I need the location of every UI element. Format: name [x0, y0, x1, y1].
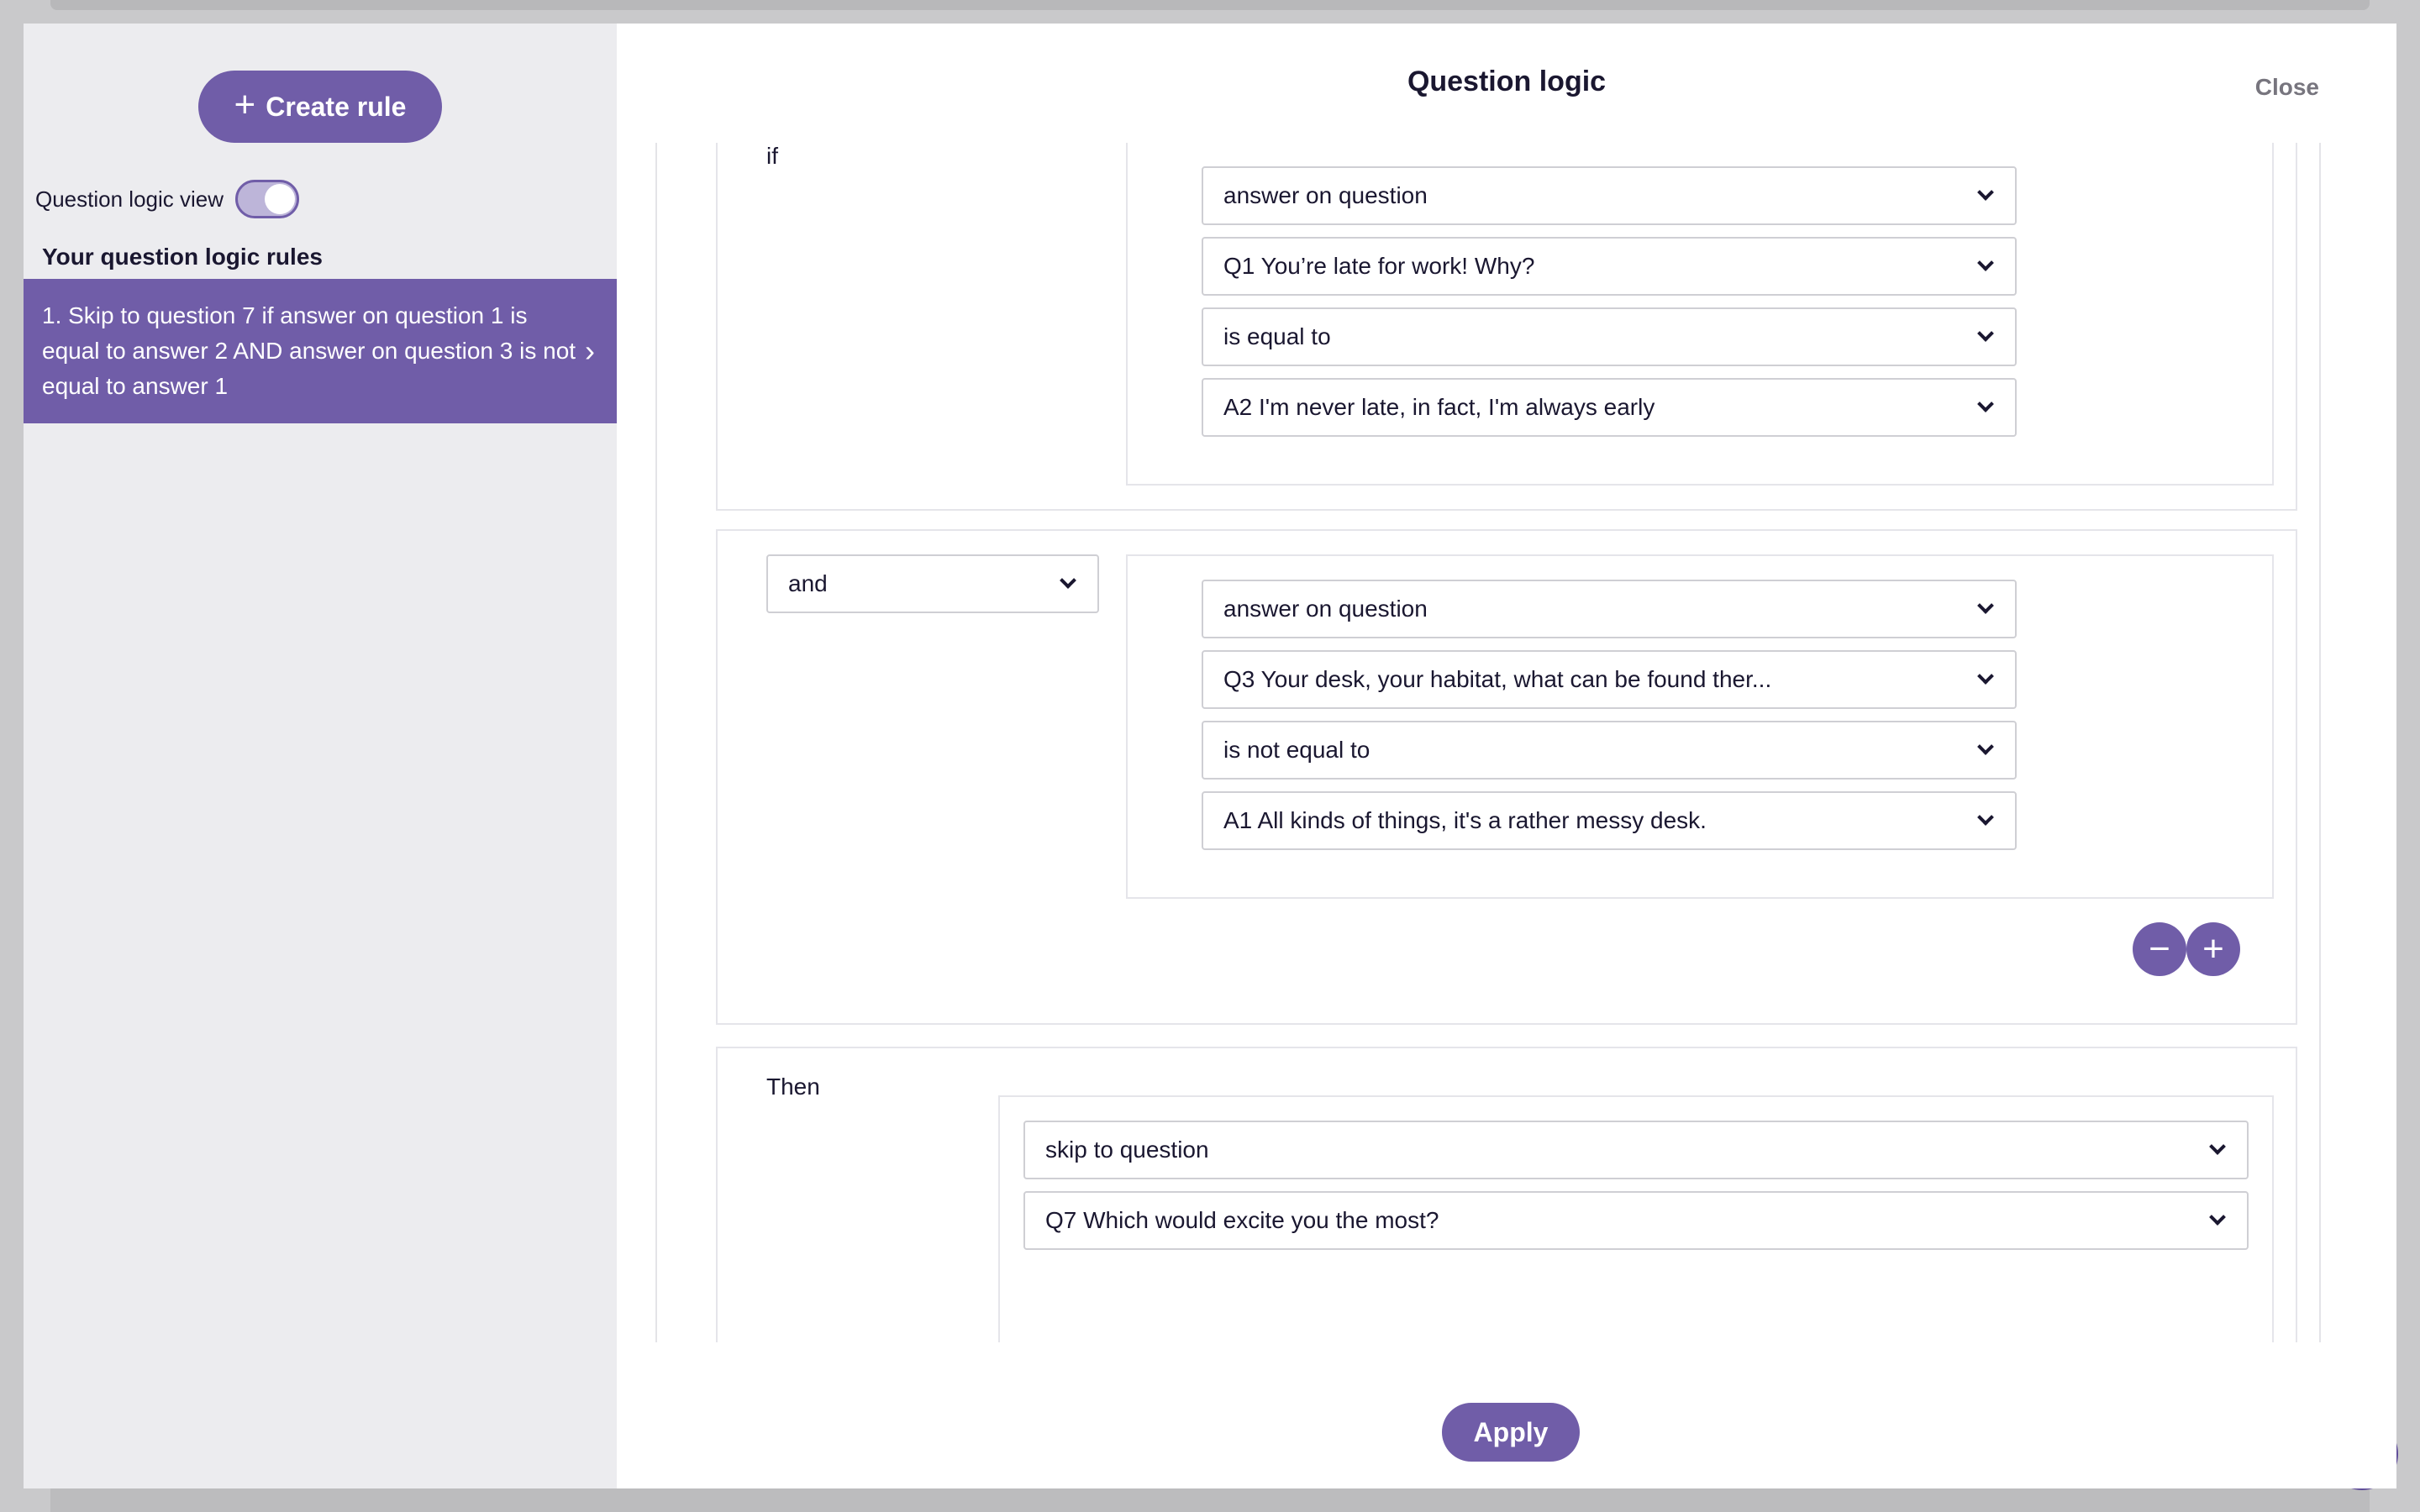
- if-operator-select[interactable]: is equal to: [1202, 307, 2017, 366]
- connector-select[interactable]: and: [766, 554, 1099, 613]
- if-answer-value: A2 I'm never late, in fact, I'm always e…: [1223, 394, 1655, 420]
- then-action-block: Then skip to question Q7 Which would exc…: [716, 1047, 2297, 1342]
- and-operator-select[interactable]: is not equal to: [1202, 721, 2017, 780]
- rule-list-item[interactable]: 1. Skip to question 7 if answer on quest…: [24, 279, 617, 423]
- plus-icon: +: [234, 84, 256, 125]
- chevron-down-icon: [1977, 255, 1994, 271]
- and-question-select[interactable]: Q3 Your desk, your habitat, what can be …: [1202, 650, 2017, 709]
- then-action-select[interactable]: skip to question: [1023, 1121, 2249, 1179]
- if-question-value: Q1 You’re late for work! Why?: [1223, 253, 1535, 279]
- plus-icon: +: [2202, 928, 2224, 969]
- chevron-down-icon: [1060, 572, 1076, 589]
- chevron-down-icon: [1977, 184, 1994, 201]
- chevron-down-icon: [2209, 1209, 2226, 1226]
- and-operator-value: is not equal to: [1223, 737, 1370, 763]
- then-target-select[interactable]: Q7 Which would excite you the most?: [1023, 1191, 2249, 1250]
- and-question-value: Q3 Your desk, your habitat, what can be …: [1223, 666, 1772, 692]
- add-condition-button[interactable]: +: [2186, 922, 2240, 976]
- if-subject-select[interactable]: answer on question: [1202, 166, 2017, 225]
- minus-icon: −: [2149, 928, 2170, 969]
- rule-text: 1. Skip to question 7 if answer on quest…: [42, 302, 576, 399]
- create-rule-button[interactable]: + Create rule: [198, 71, 442, 143]
- background-page-header: [50, 0, 2370, 10]
- then-keyword: Then: [766, 1074, 820, 1100]
- create-rule-label: Create rule: [266, 91, 407, 122]
- chevron-down-icon: [2209, 1138, 2226, 1155]
- chevron-down-icon: [1977, 668, 1994, 685]
- if-keyword: if: [766, 143, 778, 169]
- chevron-down-icon: [1977, 325, 1994, 342]
- chevron-down-icon: [1977, 597, 1994, 614]
- chevron-down-icon: [1977, 738, 1994, 755]
- chevron-down-icon: [1977, 396, 1994, 412]
- close-button[interactable]: Close: [2255, 74, 2319, 101]
- remove-condition-button[interactable]: −: [2133, 922, 2186, 976]
- if-condition-group: answer on question Q1 You’re late for wo…: [1126, 143, 2274, 486]
- chevron-down-icon: [1977, 809, 1994, 826]
- modal-title: Question logic: [1407, 66, 1607, 97]
- if-subject-value: answer on question: [1223, 182, 1428, 208]
- and-answer-value: A1 All kinds of things, it's a rather me…: [1223, 807, 1707, 833]
- rules-heading: Your question logic rules: [42, 244, 323, 270]
- question-logic-view-row: Question logic view: [35, 180, 299, 218]
- question-logic-view-label: Question logic view: [35, 186, 224, 212]
- then-action-value: skip to question: [1045, 1137, 1209, 1163]
- if-answer-select[interactable]: A2 I'm never late, in fact, I'm always e…: [1202, 378, 2017, 437]
- logic-scroll-area[interactable]: if answer on question Q1 You’re late for…: [655, 143, 2321, 1342]
- logic-editor-panel: Question logic Close if answer on questi…: [617, 24, 2396, 1488]
- background-page-footer: [50, 1488, 2370, 1512]
- rules-sidebar: + Create rule Question logic view Your q…: [24, 24, 617, 1488]
- question-logic-modal: + Create rule Question logic view Your q…: [24, 24, 2396, 1488]
- connector-value: and: [788, 570, 828, 596]
- and-answer-select[interactable]: A1 All kinds of things, it's a rather me…: [1202, 791, 2017, 850]
- and-subject-select[interactable]: answer on question: [1202, 580, 2017, 638]
- toggle-knob: [265, 184, 295, 214]
- if-question-select[interactable]: Q1 You’re late for work! Why?: [1202, 237, 2017, 296]
- then-target-value: Q7 Which would excite you the most?: [1045, 1207, 1439, 1233]
- apply-button[interactable]: Apply: [1442, 1403, 1580, 1462]
- chevron-right-icon: ›: [585, 333, 595, 368]
- and-condition-group: answer on question Q3 Your desk, your ha…: [1126, 554, 2274, 899]
- and-subject-value: answer on question: [1223, 596, 1428, 622]
- if-condition-block: if answer on question Q1 You’re late for…: [716, 143, 2297, 511]
- then-action-group: skip to question Q7 Which would excite y…: [998, 1095, 2274, 1342]
- and-condition-block: and answer on question Q3 Your desk, you…: [716, 529, 2297, 1025]
- if-operator-value: is equal to: [1223, 323, 1331, 349]
- question-logic-view-toggle[interactable]: [235, 180, 299, 218]
